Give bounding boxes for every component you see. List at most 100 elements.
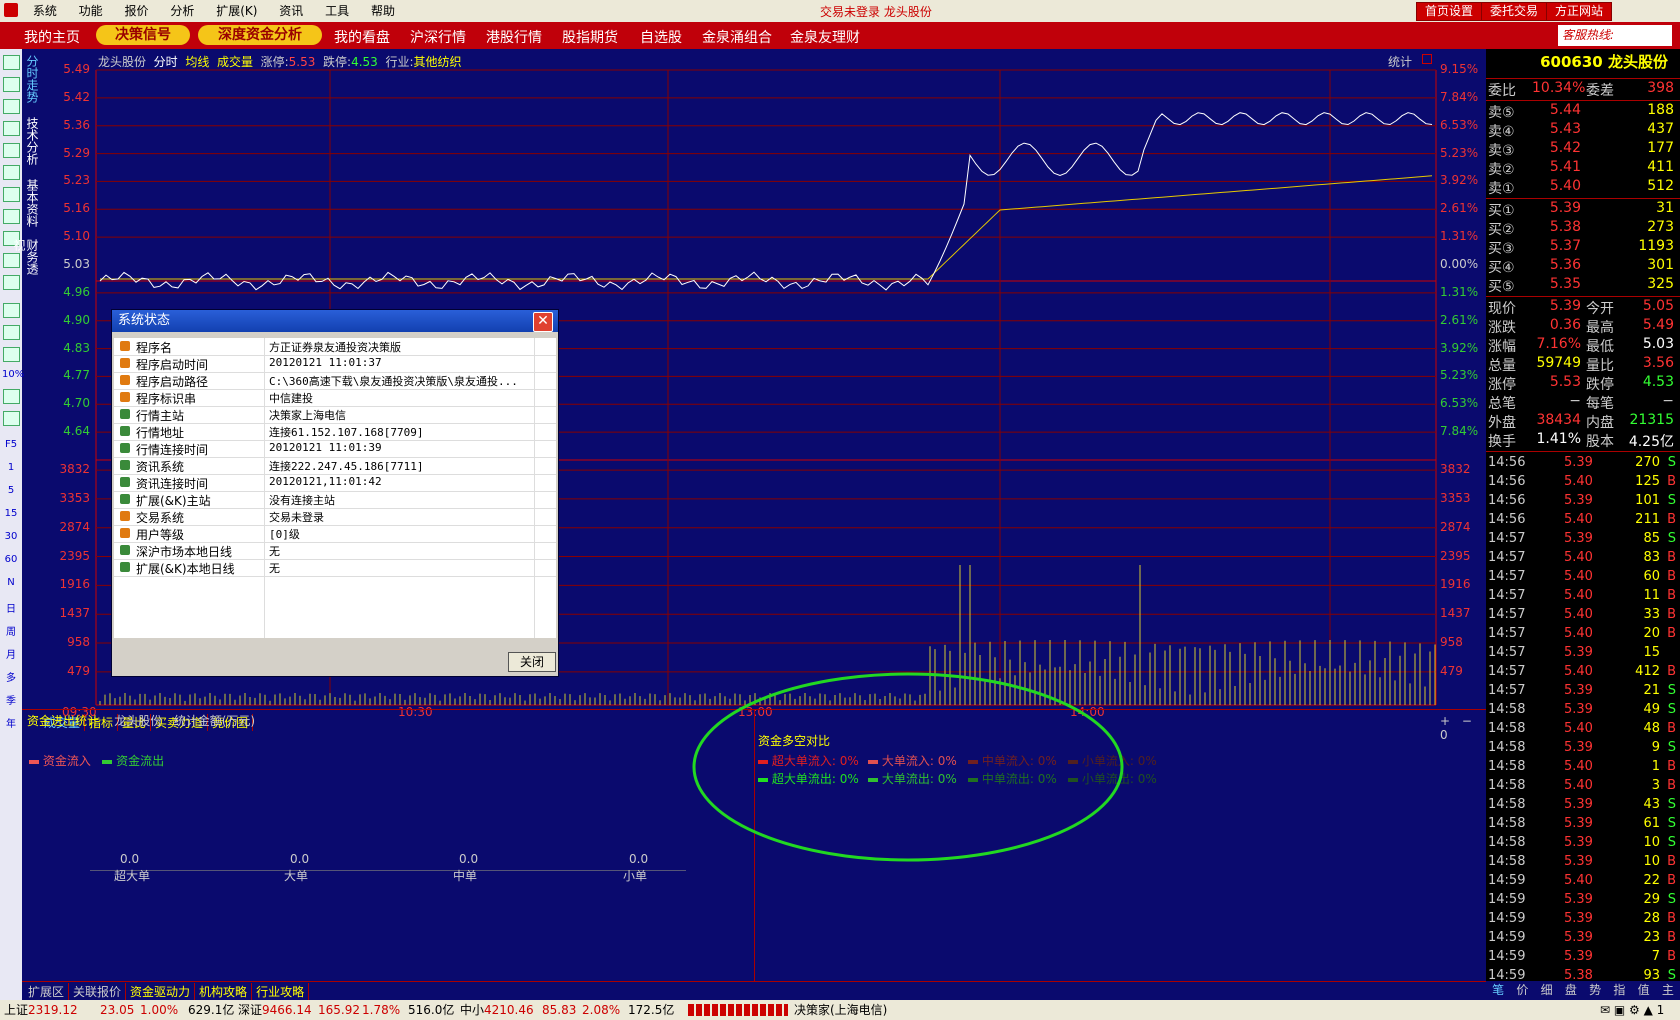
- period-month[interactable]: 月: [2, 646, 20, 661]
- period-day[interactable]: 日: [2, 600, 20, 615]
- f10-icon[interactable]: [3, 165, 20, 180]
- homepage-settings-button[interactable]: 首页设置: [1416, 2, 1483, 21]
- toolbar-icon-14[interactable]: [3, 347, 20, 362]
- fund-flow-stock: 龙头股份: [114, 714, 163, 728]
- column-divider: [534, 338, 535, 638]
- nav-my-home[interactable]: 我的主页: [24, 27, 80, 47]
- period-year[interactable]: 年: [2, 715, 20, 730]
- toolbar-icon-1[interactable]: [3, 55, 20, 70]
- toolbar-icon-12[interactable]: [3, 303, 20, 318]
- nav-decision-signal[interactable]: 决策信号: [96, 25, 190, 45]
- trade-button[interactable]: 委托交易: [1481, 2, 1548, 21]
- nav-portfolio[interactable]: 金泉涌组合: [702, 27, 772, 47]
- period-5min[interactable]: 5: [2, 485, 20, 496]
- trade-tick-row: 14:57 5.40 11 B: [1488, 588, 1676, 607]
- period-15min[interactable]: 15: [2, 508, 20, 519]
- stat-label-2: 最低: [1586, 339, 1614, 355]
- period-n[interactable]: N: [2, 577, 20, 588]
- quote-tab[interactable]: 势: [1589, 981, 1601, 999]
- stat-button[interactable]: 统计: [1388, 53, 1412, 70]
- tab-technical[interactable]: 技术分析: [24, 117, 39, 165]
- nav-sh-sz-quotes[interactable]: 沪深行情: [410, 27, 466, 47]
- tab-intraday[interactable]: 分时走势: [24, 55, 39, 103]
- menu-function[interactable]: 功能: [70, 0, 112, 19]
- nav-my-watch[interactable]: 我的看盘: [334, 27, 390, 47]
- toolbar-icon-13[interactable]: [3, 325, 20, 340]
- menu-quote[interactable]: 报价: [116, 0, 158, 19]
- status-icon: [120, 392, 130, 402]
- chart-mode: 分时: [153, 55, 178, 69]
- quote-tab[interactable]: 盘: [1565, 981, 1577, 999]
- price-tick: 4.64: [63, 424, 90, 439]
- status-row: 资讯系统 连接222.247.45.186[7711]: [114, 457, 556, 475]
- dialog-title-bar[interactable]: 系统状态: [112, 310, 558, 332]
- chart-close-icon[interactable]: [1422, 54, 1432, 64]
- tab-financials[interactable]: 财务透视: [12, 239, 39, 279]
- toolbar-icon-5[interactable]: [3, 143, 20, 158]
- nav-hk-quotes[interactable]: 港股行情: [486, 27, 542, 47]
- dialog-close-icon[interactable]: ✕: [533, 312, 553, 332]
- menu-analysis[interactable]: 分析: [161, 0, 203, 19]
- tab-institution[interactable]: 机构攻略: [195, 983, 253, 1000]
- status-key: 行情地址: [136, 426, 185, 440]
- divider: [1486, 100, 1680, 101]
- nav-wealth[interactable]: 金泉友理财: [790, 27, 860, 47]
- tab-related-quotes[interactable]: 关联报价: [69, 983, 127, 1000]
- period-60min[interactable]: 60: [2, 554, 20, 565]
- nav-index-futures[interactable]: 股指期货: [562, 27, 618, 47]
- menu-system[interactable]: 系统: [24, 0, 66, 19]
- toolbar-icon-15[interactable]: [3, 389, 20, 404]
- nav-deep-fund-analysis[interactable]: 深度资金分析: [198, 25, 322, 45]
- sh-index-label: 上证: [4, 1003, 29, 1017]
- toolbar-f5[interactable]: F5: [2, 439, 20, 450]
- volume-tick: 2874: [59, 519, 90, 534]
- trade-tick-row: 14:57 5.39 21 S: [1488, 683, 1676, 702]
- quote-tab[interactable]: 细: [1541, 981, 1553, 999]
- tab-extension[interactable]: 扩展区: [24, 983, 70, 1000]
- reset-button[interactable]: 0: [1436, 728, 1452, 742]
- quote-tab[interactable]: 价: [1516, 981, 1528, 999]
- tick-time: 14:59: [1488, 949, 1526, 964]
- tab-fund-driver[interactable]: 资金驱动力: [126, 983, 196, 1000]
- legend-inflow: 资金流入: [42, 754, 91, 768]
- quote-tab[interactable]: 笔: [1492, 981, 1504, 999]
- nav-watchlist[interactable]: 自选股: [640, 27, 682, 47]
- menu-tools[interactable]: 工具: [316, 0, 358, 19]
- toolbar-10pct[interactable]: 10%: [2, 369, 24, 380]
- highlight-ellipse: [692, 672, 1124, 862]
- toolbar-icon-2[interactable]: [3, 77, 20, 92]
- quote-tab[interactable]: 主: [1662, 981, 1674, 999]
- tab-industry[interactable]: 行业攻略: [252, 983, 310, 1000]
- tab-fundamentals[interactable]: 基本资料: [24, 179, 39, 227]
- price-tick: 5.03: [63, 257, 90, 271]
- menu-extend[interactable]: 扩展(K): [207, 0, 266, 19]
- zoom-out-button[interactable]: −: [1458, 714, 1476, 728]
- stat-row: 涨幅 7.16% 最低 5.03: [1488, 336, 1676, 355]
- menu-news[interactable]: 资讯: [270, 0, 312, 19]
- quote-tab[interactable]: 指: [1613, 981, 1625, 999]
- status-icon: [120, 477, 130, 487]
- status-row: 程序标识串 中信建投: [114, 389, 556, 407]
- search-icon[interactable]: [3, 275, 20, 290]
- fund-flow-category: 小单: [623, 869, 648, 883]
- toolbar-icon-7[interactable]: [3, 187, 20, 202]
- period-week[interactable]: 周: [2, 623, 20, 638]
- zoom-in-button[interactable]: +: [1436, 714, 1454, 728]
- pencil-icon[interactable]: [3, 411, 20, 426]
- toolbar-icon-10[interactable]: [3, 253, 20, 268]
- kline-icon[interactable]: [3, 121, 20, 136]
- quote-tab[interactable]: 值: [1638, 981, 1650, 999]
- menu-help[interactable]: 帮助: [362, 0, 404, 19]
- status-key: 深沪市场本地日线: [136, 545, 233, 559]
- tick-time: 14:58: [1488, 759, 1526, 774]
- period-multi[interactable]: 多: [2, 669, 20, 684]
- website-button[interactable]: 方正网站: [1546, 2, 1613, 21]
- line-chart-icon[interactable]: [3, 99, 20, 114]
- period-quarter[interactable]: 季: [2, 692, 20, 707]
- toolbar-icon-8[interactable]: [3, 209, 20, 224]
- dialog-close-button[interactable]: 关闭: [508, 652, 556, 672]
- period-1min[interactable]: 1: [2, 462, 20, 473]
- tick-price: 5.40: [1564, 778, 1593, 793]
- sz-index-amount: 516.0亿: [408, 1003, 455, 1017]
- period-30min[interactable]: 30: [2, 531, 20, 542]
